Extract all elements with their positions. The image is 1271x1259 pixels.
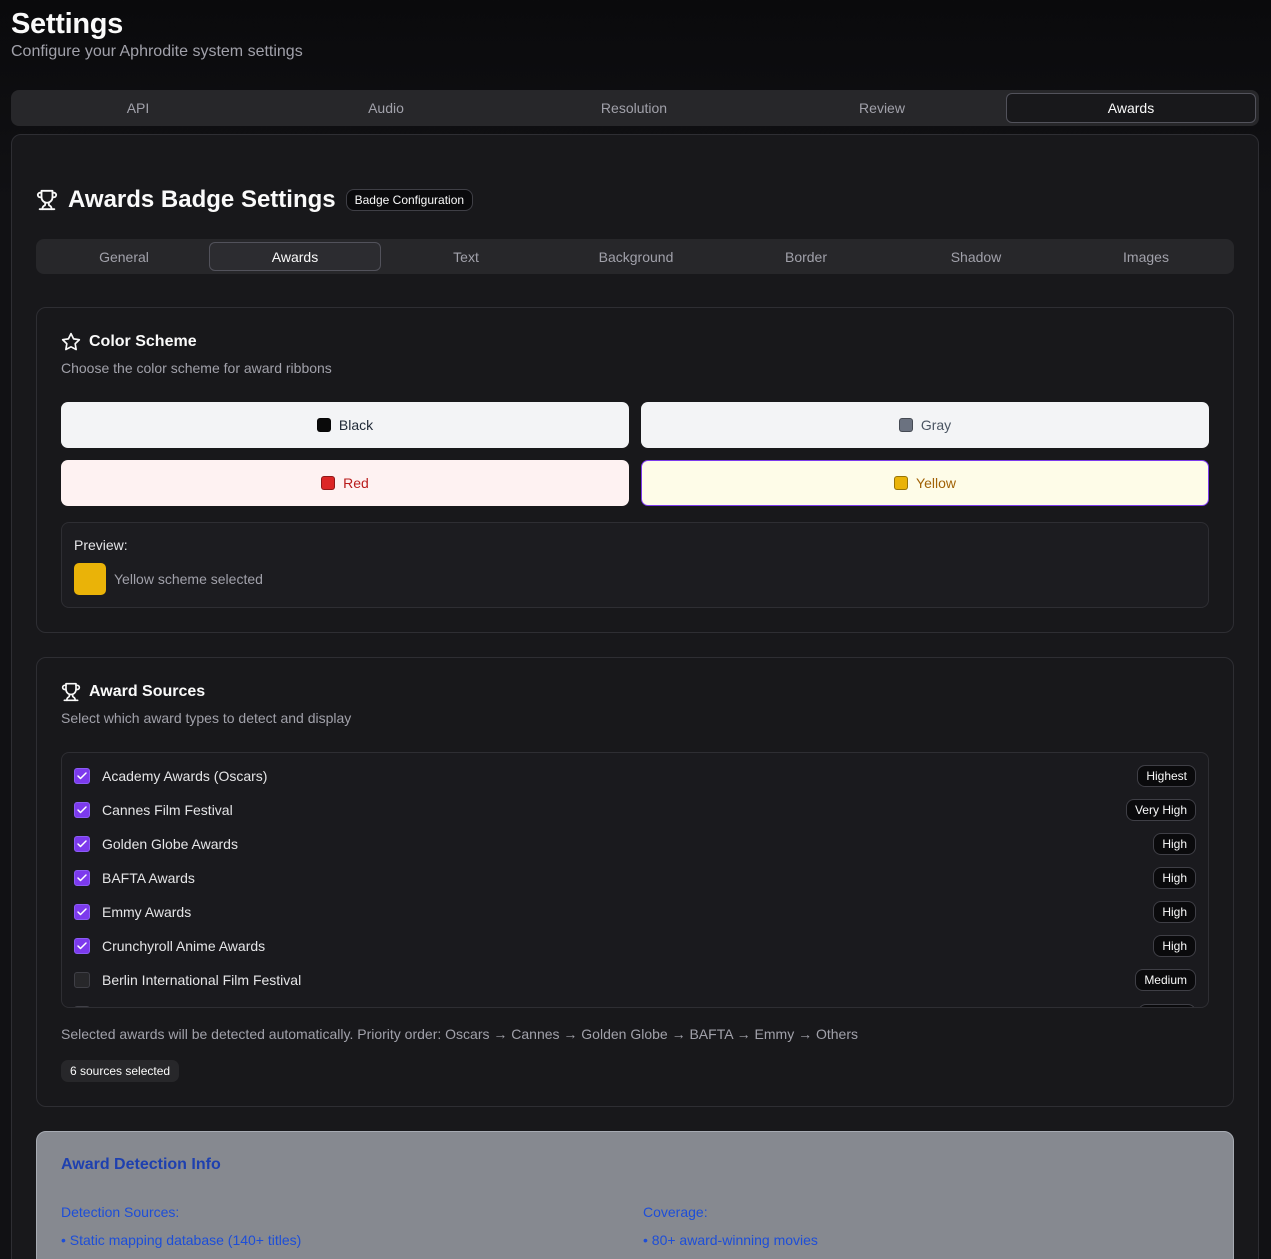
list-item[interactable]: Crunchyroll Anime Awards High (62, 929, 1208, 963)
list-item-label: Golden Globe Awards (102, 836, 238, 852)
checkbox-berlin[interactable] (74, 972, 90, 988)
priority-badge: High (1153, 867, 1196, 889)
coverage-heading: Coverage: (643, 1204, 708, 1220)
priority-badge: High (1153, 935, 1196, 957)
star-icon (61, 332, 81, 351)
subtab-border[interactable]: Border (721, 242, 891, 271)
page-subtitle: Configure your Aphrodite system settings (11, 43, 303, 60)
color-option-label: Gray (920, 417, 952, 433)
main-tabs: API Audio Resolution Review Awards (11, 90, 1259, 126)
trophy-icon (61, 682, 81, 702)
check-icon (77, 908, 87, 916)
list-item[interactable]: Berlin International Film Festival Mediu… (62, 963, 1208, 997)
tab-awards[interactable]: Awards (1006, 93, 1256, 123)
tab-review[interactable]: Review (758, 93, 1006, 123)
list-item[interactable]: Cannes Film Festival Very High (62, 793, 1208, 827)
list-item[interactable]: Emmy Awards High (62, 895, 1208, 929)
priority-note: Selected awards will be detected automat… (61, 1026, 859, 1042)
list-item-label: Academy Awards (Oscars) (102, 768, 268, 784)
award-sources-title-text: Award Sources (89, 683, 206, 700)
checkbox-cannes[interactable] (74, 802, 90, 818)
check-icon (77, 772, 87, 780)
detection-sources-heading: Detection Sources: (61, 1204, 180, 1220)
check-icon (77, 874, 87, 882)
color-option-label: Red (343, 475, 369, 491)
checkbox-golden-globe[interactable] (74, 836, 90, 852)
swatch-yellow (894, 476, 909, 490)
checkbox-emmy[interactable] (74, 904, 90, 920)
preview-text: Yellow scheme selected (114, 571, 263, 587)
tab-api[interactable]: API (14, 93, 262, 123)
swatch-black (316, 418, 331, 432)
checkbox-next (74, 1006, 90, 1007)
list-item-label: Emmy Awards (102, 904, 192, 920)
preview-box: Preview: Yellow scheme selected (61, 522, 1209, 608)
list-item-label: Cannes Film Festival (102, 802, 233, 818)
priority-badge: Highest (1137, 765, 1196, 787)
check-icon (77, 840, 87, 848)
sources-count-badge: 6 sources selected (61, 1060, 180, 1082)
badge-configuration: Badge Configuration (345, 189, 474, 211)
trophy-icon (36, 189, 58, 211)
detection-sources-item: • Static mapping database (140+ titles) (61, 1232, 302, 1248)
color-option-yellow[interactable]: Yellow (641, 460, 1209, 506)
award-sources-list[interactable]: Academy Awards (Oscars) Highest Cannes F… (61, 752, 1209, 1008)
subtab-background[interactable]: Background (551, 242, 721, 271)
subtab-awards[interactable]: Awards (209, 242, 381, 271)
swatch-gray (898, 418, 913, 432)
award-sources-panel: Award Sources Select which award types t… (36, 657, 1234, 1107)
color-scheme-title-text: Color Scheme (89, 333, 197, 350)
list-item[interactable]: BAFTA Awards High (62, 861, 1208, 895)
color-scheme-panel: Color Scheme Choose the color scheme for… (36, 307, 1234, 633)
tab-audio[interactable]: Audio (262, 93, 510, 123)
priority-badge: Very High (1125, 799, 1196, 821)
subtab-general[interactable]: General (39, 242, 209, 271)
coverage-item: • 80+ award-winning movies (643, 1232, 818, 1248)
award-detection-info: Award Detection Info Detection Sources: … (36, 1131, 1234, 1259)
checkbox-bafta[interactable] (74, 870, 90, 886)
swatch-red (321, 476, 336, 490)
list-item-label: Crunchyroll Anime Awards (102, 938, 266, 954)
preview-label: Preview: (74, 537, 128, 553)
color-option-label: Black (338, 417, 374, 433)
award-sources-description: Select which award types to detect and d… (61, 710, 352, 726)
section-header: Awards Badge Settings Badge Configuratio… (36, 186, 474, 214)
color-scheme-description: Choose the color scheme for award ribbon… (61, 360, 332, 376)
subtab-text[interactable]: Text (381, 242, 551, 271)
checkbox-oscars[interactable] (74, 768, 90, 784)
check-icon (77, 806, 87, 814)
list-item-partial (62, 997, 1208, 1007)
priority-badge: High (1153, 833, 1196, 855)
priority-badge: High (1153, 901, 1196, 923)
tab-resolution[interactable]: Resolution (510, 93, 758, 123)
subtab-shadow[interactable]: Shadow (891, 242, 1061, 271)
priority-badge-partial (1138, 1004, 1196, 1007)
info-title: Award Detection Info (61, 1156, 221, 1173)
preview-swatch (74, 563, 106, 595)
section-title: Awards Badge Settings (68, 186, 336, 213)
list-item[interactable]: Academy Awards (Oscars) Highest (62, 759, 1208, 793)
list-item-label: Berlin International Film Festival (102, 972, 302, 988)
sub-tabs: General Awards Text Background Border Sh… (36, 239, 1234, 274)
priority-badge: Medium (1135, 969, 1196, 991)
page-header: Settings Configure your Aphrodite system… (11, 6, 303, 61)
subtab-images[interactable]: Images (1061, 242, 1231, 271)
check-icon (77, 942, 87, 950)
color-option-red[interactable]: Red (61, 460, 629, 506)
color-option-label: Yellow (916, 475, 956, 491)
list-item-label: BAFTA Awards (102, 870, 195, 886)
color-option-black[interactable]: Black (61, 402, 629, 448)
color-option-gray[interactable]: Gray (641, 402, 1209, 448)
checkbox-crunchyroll[interactable] (74, 938, 90, 954)
color-scheme-title: Color Scheme (61, 332, 197, 352)
page-title: Settings (11, 8, 123, 40)
list-item[interactable]: Golden Globe Awards High (62, 827, 1208, 861)
award-sources-title: Award Sources (61, 682, 205, 702)
